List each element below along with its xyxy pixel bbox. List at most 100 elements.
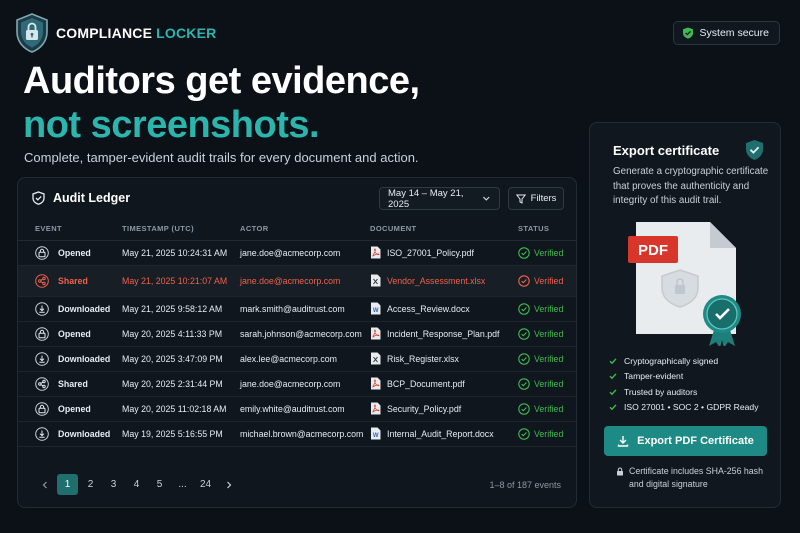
export-description: Generate a cryptographic certificate tha…: [613, 166, 769, 206]
actor-cell: sarah.johnson@acmecorp.com: [240, 321, 370, 347]
document-cell[interactable]: BCP_Document.pdf: [370, 371, 518, 397]
lock-icon: [617, 467, 623, 476]
check-circle-icon: [518, 327, 530, 340]
share-icon: [35, 376, 49, 391]
document-cell[interactable]: Security_Policy.pdf: [370, 396, 518, 422]
table-row[interactable]: Shared May 21, 2025 10:21:07 AM jane.doe@a…: [18, 265, 576, 297]
document-cell[interactable]: W Internal_Audit_Report.docx: [370, 421, 518, 447]
export-button-label: Export PDF Certificate: [637, 435, 754, 447]
brand-logo[interactable]: COMPLIANCE LOCKER: [14, 12, 216, 54]
actor-cell: jane.doe@acmecorp.com: [240, 265, 370, 297]
shield-check-icon: [682, 27, 693, 39]
certificate-note-line2: and digital signature: [629, 479, 708, 489]
event-cell: Downloaded: [18, 346, 122, 372]
ledger-title: Audit Ledger: [53, 191, 131, 205]
document-cell[interactable]: Vendor_Assessment.xlsx: [370, 265, 518, 297]
document-cell[interactable]: ISO_27001_Policy.pdf: [370, 240, 518, 266]
event-cell: Downloaded: [18, 296, 122, 322]
table-row[interactable]: Shared May 20, 2025 2:31:44 PM jane.doe@ac…: [18, 371, 576, 397]
status-label: Verified: [534, 275, 564, 286]
pagination-page[interactable]: 1: [57, 474, 78, 495]
actor-cell: jane.doe@acmecorp.com: [240, 371, 370, 397]
export-certificate-panel: Export certificate Generate a cryptograp…: [589, 122, 781, 508]
event-label: Downloaded: [58, 353, 111, 364]
lock-icon: [35, 326, 49, 341]
pagination-page[interactable]: 3: [103, 474, 124, 495]
pagination-next-button[interactable]: [218, 474, 239, 495]
shield-check-icon: [32, 191, 45, 205]
document-cell[interactable]: Incident_Response_Plan.pdf: [370, 321, 518, 347]
shield-check-icon: [746, 140, 763, 160]
table-row[interactable]: Opened May 20, 2025 4:11:33 PM sarah.johns…: [18, 321, 576, 347]
check-icon: [609, 358, 617, 364]
status-cell: Verified: [518, 421, 576, 447]
event-cell: Downloaded: [18, 421, 122, 447]
share-icon: [35, 273, 49, 288]
check-circle-icon: [518, 246, 530, 259]
table-row[interactable]: Opened May 20, 2025 11:02:18 AM emily.whit…: [18, 396, 576, 422]
timestamp-cell: May 21, 2025 9:58:12 AM: [122, 296, 240, 322]
lock-icon: [35, 245, 49, 260]
docx-file-icon: W: [371, 427, 381, 440]
document-cell[interactable]: Risk_Register.xlsx: [370, 346, 518, 372]
filters-button[interactable]: Filters: [508, 187, 564, 210]
status-label: Verified: [534, 378, 564, 389]
table-row[interactable]: Downloaded May 21, 2025 9:58:12 AM mark.sm…: [18, 296, 576, 322]
table-row[interactable]: Downloaded May 20, 2025 3:47:09 PM alex.le…: [18, 346, 576, 372]
event-label: Opened: [58, 403, 91, 414]
status-cell: Verified: [518, 396, 576, 422]
column-header-document[interactable]: DOCUMENT: [370, 218, 518, 241]
document-name: BCP_Document.pdf: [387, 378, 465, 389]
pdf-file-label: PDF: [638, 242, 668, 259]
check-circle-icon: [518, 302, 530, 315]
system-status-label: System secure: [699, 27, 769, 39]
status-label: Verified: [534, 353, 564, 364]
svg-text:W: W: [373, 433, 379, 439]
pagination-page[interactable]: 5: [149, 474, 170, 495]
pagination-page[interactable]: 24: [195, 474, 216, 495]
status-label: Verified: [534, 303, 564, 314]
status-label: Verified: [534, 247, 564, 258]
list-item: Tamper-evident: [609, 369, 759, 385]
download-icon: [35, 351, 49, 366]
event-cell: Opened: [18, 396, 122, 422]
download-icon: [35, 426, 49, 441]
date-range-picker[interactable]: May 14 – May 21, 2025: [379, 187, 500, 210]
actor-cell: alex.lee@acmecorp.com: [240, 346, 370, 372]
system-status-badge[interactable]: System secure: [672, 21, 780, 45]
pdf-file-icon: [371, 377, 381, 390]
pagination-prev-button[interactable]: [34, 474, 55, 495]
pagination-page[interactable]: 4: [126, 474, 147, 495]
list-item: Cryptographically signed: [609, 353, 759, 369]
document-name: Incident_Response_Plan.pdf: [387, 328, 500, 339]
column-header-timestamp[interactable]: TIMESTAMP (UTC): [122, 218, 240, 241]
timestamp-cell: May 20, 2025 4:11:33 PM: [122, 321, 240, 347]
table-row[interactable]: Opened May 21, 2025 10:24:31 AM jane.doe@a…: [18, 240, 576, 266]
audit-ledger-panel: Audit Ledger May 14 – May 21, 2025 Filte…: [17, 177, 577, 508]
column-header-actor[interactable]: ACTOR: [240, 218, 370, 241]
export-pdf-certificate-button[interactable]: Export PDF Certificate: [604, 426, 767, 456]
status-cell: Verified: [518, 321, 576, 347]
download-icon: [35, 301, 49, 316]
check-icon: [609, 373, 617, 380]
actor-cell: mark.smith@auditrust.com: [240, 296, 370, 322]
feature-label: Tamper-evident: [624, 371, 684, 382]
document-name: Security_Policy.pdf: [387, 403, 462, 414]
table-row[interactable]: Downloaded May 19, 2025 5:16:55 PM michael…: [18, 421, 576, 447]
document-cell[interactable]: W Access_Review.docx: [370, 296, 518, 322]
event-label: Shared: [58, 275, 88, 286]
column-header-status[interactable]: STATUS: [518, 218, 576, 241]
event-cell: Opened: [18, 240, 122, 266]
feature-label: ISO 27001 • SOC 2 • GDPR Ready: [624, 402, 759, 413]
pagination-page[interactable]: 2: [80, 474, 101, 495]
chevron-down-icon: [483, 196, 491, 201]
document-name: Vendor_Assessment.xlsx: [387, 275, 486, 286]
column-header-event[interactable]: EVENT: [18, 218, 122, 241]
brand-name: COMPLIANCE LOCKER: [56, 25, 216, 41]
event-label: Downloaded: [58, 303, 111, 314]
check-circle-icon: [518, 352, 530, 365]
event-cell: Opened: [18, 321, 122, 347]
document-name: ISO_27001_Policy.pdf: [387, 247, 474, 258]
ledger-header: Audit Ledger: [32, 191, 130, 205]
event-cell: Shared: [18, 371, 122, 397]
